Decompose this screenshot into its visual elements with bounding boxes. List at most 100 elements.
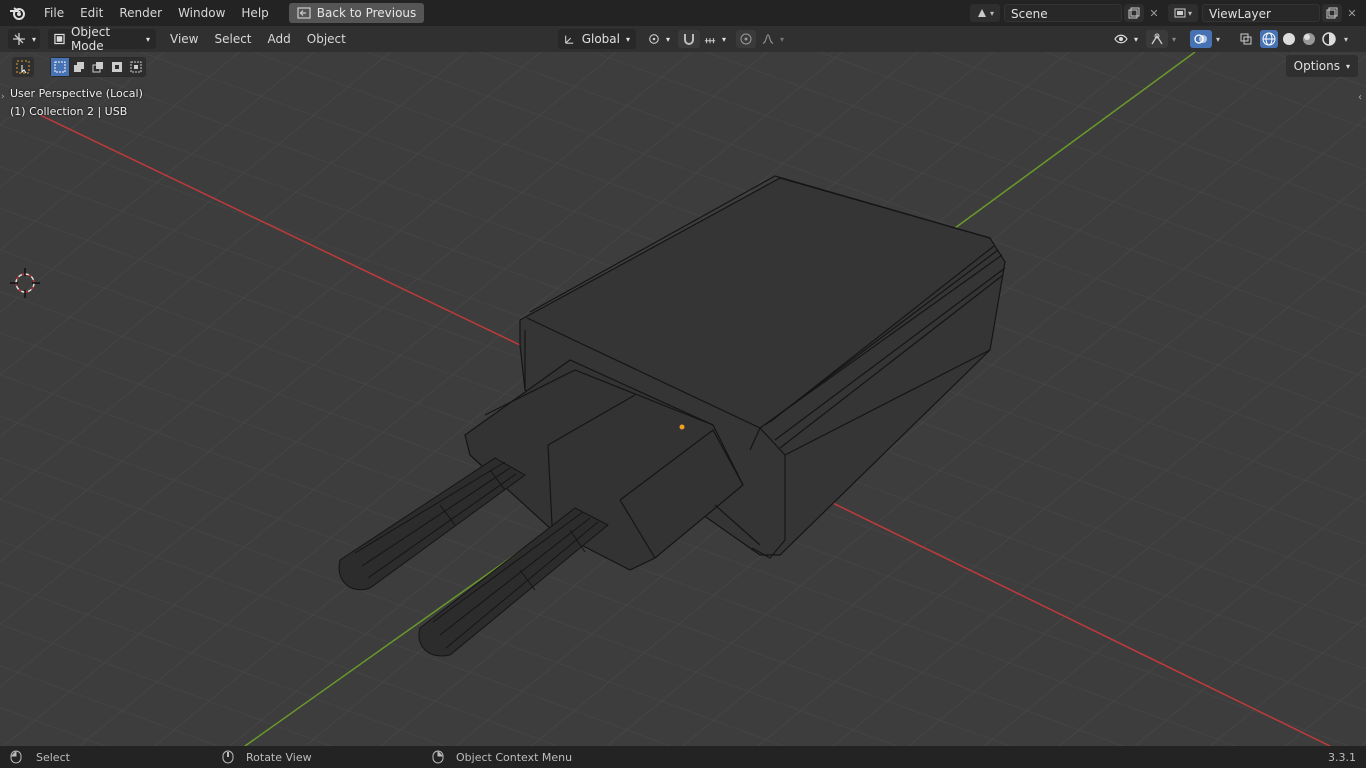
3d-viewport[interactable]: Options ▾ User Perspective (Local) (1) C… [0,52,1366,746]
scene-type-dropdown[interactable]: ▾ [970,4,1000,22]
version-label: 3.3.1 [1328,750,1356,764]
collection-info-label: (1) Collection 2 | USB [10,105,128,118]
mode-dropdown[interactable]: Object Mode ▾ [48,25,156,53]
select-intersect-icon [130,61,142,73]
new-view-layer-button[interactable] [1322,4,1342,22]
top-menu-bar: File Edit Render Window Help Back to Pre… [0,0,1366,26]
status-context: Object Context Menu [432,750,572,764]
orientation-label: Global [581,32,620,46]
magnet-icon [684,34,694,45]
proportional-edit-icon [740,33,752,45]
view-name-label: User Perspective (Local) [10,87,143,100]
options-label: Options [1293,59,1340,73]
mouse-left-icon [10,750,22,764]
menu-edit[interactable]: Edit [72,0,111,26]
gizmo-icon [1151,33,1163,45]
pivot-point-dropdown[interactable]: ▾ [644,29,674,49]
status-context-label: Object Context Menu [456,750,573,764]
toolbar-toggle-chevron-icon[interactable]: › [1,92,5,102]
shading-mode-group: ▾ [1260,30,1348,48]
copy-icon [1326,7,1338,19]
sidebar-toggle-chevron-icon[interactable]: ‹ [1358,92,1362,103]
transform-orientation-dropdown[interactable]: Global ▾ [558,29,636,49]
view-layer-dropdown[interactable]: ▾ [1168,4,1198,22]
view-layer-field[interactable]: ViewLayer [1202,4,1320,22]
status-rotate: Rotate View [222,750,312,764]
copy-icon [1128,7,1140,19]
object-origin-dot [679,424,685,430]
shading-dropdown-icon[interactable]: ▾ [1344,35,1348,44]
delete-scene-button[interactable]: ✕ [1144,4,1164,22]
falloff-curve-icon [762,34,774,44]
editor-type-dropdown[interactable]: ▾ [8,29,40,49]
status-select-label: Select [36,750,70,764]
rendered-shading-button[interactable] [1320,30,1338,48]
selection-mode-group [50,57,146,77]
menu-select[interactable]: Select [206,32,259,46]
select-subtract-icon [92,62,103,73]
snap-toggle[interactable] [678,30,700,48]
blender-logo-icon[interactable] [0,0,36,26]
overlays-toggle[interactable] [1190,30,1212,48]
back-label: Back to Previous [316,6,417,20]
view-layer-icon [1174,8,1186,18]
pivot-icon [649,34,659,44]
menu-render[interactable]: Render [111,0,170,26]
visibility-dropdown[interactable]: ▾ [1110,29,1142,49]
rendered-sphere-icon [1322,32,1336,46]
menu-help[interactable]: Help [233,0,276,26]
viewport-editor-icon [12,33,25,45]
viewport-scene[interactable] [0,52,1366,746]
status-select: Select [10,750,70,764]
select-new-icon [54,61,66,73]
viewport-header: ▾ Object Mode ▾ View Select Add Object G… [0,25,1366,53]
options-dropdown[interactable]: Options ▾ [1285,55,1358,77]
subtract-selection-button[interactable] [89,58,107,76]
select-tool-button[interactable] [12,57,34,77]
gizmo-toggle[interactable] [1146,30,1168,48]
delete-view-layer-button[interactable]: ✕ [1342,4,1362,22]
overlays-dropdown-icon[interactable]: ▾ [1216,35,1220,44]
snap-target-dropdown[interactable]: ▾ [700,29,730,49]
select-box-icon [16,60,30,74]
select-invert-icon [112,62,122,72]
invert-selection-button[interactable] [108,58,126,76]
xray-icon [1240,33,1252,45]
back-to-previous-button[interactable]: Back to Previous [288,3,425,23]
menu-add[interactable]: Add [260,32,299,46]
solid-shading-button[interactable] [1280,30,1298,48]
wireframe-shading-button[interactable] [1260,30,1278,48]
falloff-dropdown[interactable]: ▾ [758,29,788,49]
object-mode-icon [54,33,65,45]
close-icon: ✕ [1149,6,1159,20]
view-layer-selector: ▾ ViewLayer ✕ [1168,3,1362,23]
snap-increment-icon [704,38,716,44]
scene-selector: ▾ Scene ✕ [970,3,1164,23]
material-sphere-icon [1303,33,1315,45]
extend-selection-button[interactable] [70,58,88,76]
scene-name-field[interactable]: Scene [1004,4,1122,22]
viewport-tool-row [12,57,146,77]
gizmo-dropdown-icon[interactable]: ▾ [1172,35,1176,44]
solid-sphere-icon [1283,33,1295,45]
material-shading-button[interactable] [1300,30,1318,48]
menu-window[interactable]: Window [170,0,233,26]
intersect-selection-button[interactable] [127,58,145,76]
proportional-editing-toggle[interactable] [736,30,756,48]
scene-name: Scene [1011,7,1048,21]
set-new-selection-button[interactable] [51,58,69,76]
scene-icon [977,9,986,17]
status-rotate-label: Rotate View [246,750,312,764]
close-icon: ✕ [1347,6,1357,20]
new-scene-button[interactable] [1124,4,1144,22]
menu-file[interactable]: File [36,0,72,26]
xray-toggle[interactable] [1236,30,1256,48]
menu-object[interactable]: Object [299,32,354,46]
menu-view[interactable]: View [162,32,206,46]
orientation-icon [565,35,574,44]
back-icon [297,7,311,19]
wireframe-sphere-icon [1262,32,1276,46]
overlays-icon [1194,34,1207,44]
eye-icon [1114,34,1128,44]
mode-label: Object Mode [70,25,111,53]
